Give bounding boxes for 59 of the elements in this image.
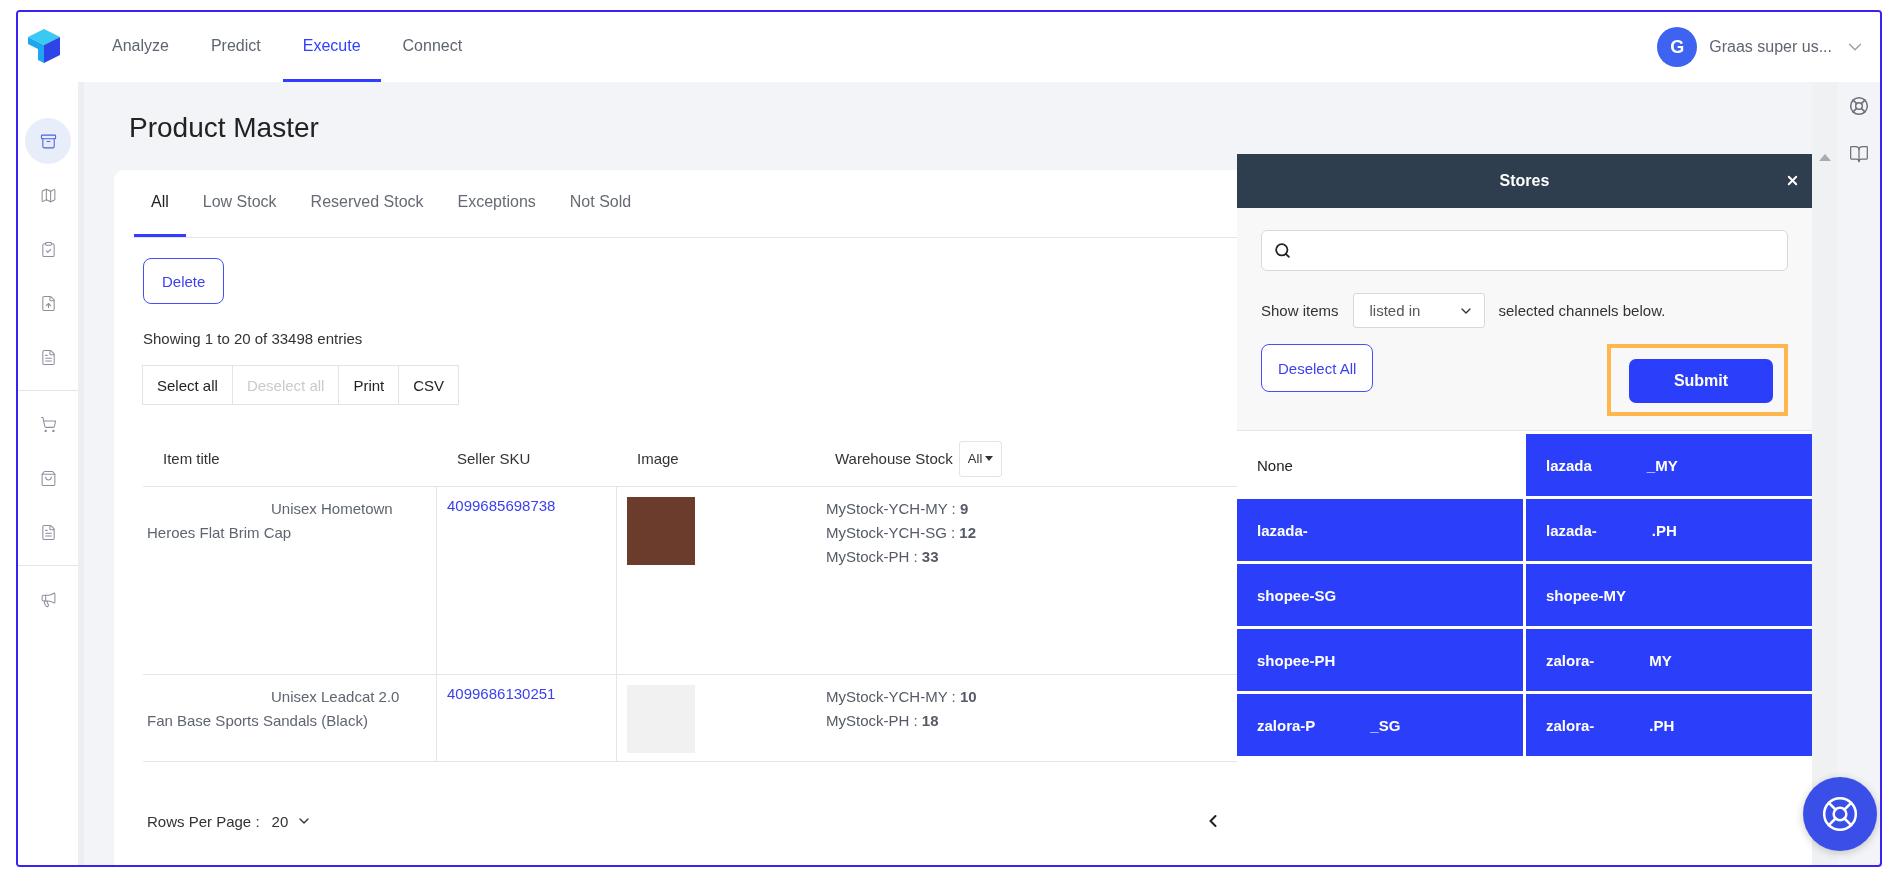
mode-select[interactable]: listed in <box>1352 293 1485 328</box>
lifebuoy-icon[interactable] <box>1848 96 1869 116</box>
store-option[interactable]: shopee-MY <box>1526 564 1812 626</box>
page-title: Product Master <box>129 111 320 145</box>
archive-icon[interactable] <box>25 118 71 164</box>
user-name: Graas super us... <box>1709 38 1832 56</box>
rows-per-page-select[interactable]: 20 <box>265 811 319 831</box>
search-icon <box>1274 242 1291 259</box>
store-option[interactable]: zalora- MY <box>1526 629 1812 691</box>
user-avatar[interactable]: G <box>1657 27 1698 67</box>
sku-link[interactable]: 4099685698738 <box>447 497 556 514</box>
stock-line: MyStock-PH : 18 <box>826 711 939 731</box>
store-option[interactable]: lazada- <box>1237 499 1523 561</box>
delete-button[interactable]: Delete <box>143 258 225 304</box>
channels-label: selected channels below. <box>1498 302 1666 319</box>
help-button[interactable] <box>1803 777 1877 851</box>
column-header: Warehouse Stock <box>835 450 953 467</box>
caret-icon <box>985 456 994 461</box>
store-option[interactable]: shopee-SG <box>1237 564 1523 626</box>
store-option[interactable]: lazada- .PH <box>1526 499 1812 561</box>
close-button[interactable] <box>1785 173 1800 188</box>
tab[interactable]: All <box>134 170 186 237</box>
nav-tab[interactable]: Predict <box>190 12 281 82</box>
store-option[interactable]: shopee-PH <box>1237 629 1523 691</box>
search-field[interactable] <box>1261 230 1788 271</box>
export-button[interactable]: CSV <box>398 365 460 405</box>
item-title: Unisex Leadcat 2.0 Fan Base Sports Sandals (Black) <box>147 687 401 731</box>
store-option[interactable]: zalora- .PH <box>1526 694 1812 756</box>
nav-tab[interactable]: Connect <box>382 12 483 82</box>
tab[interactable]: Not Sold <box>552 170 649 237</box>
tab[interactable]: Low Stock <box>185 170 294 237</box>
tab[interactable]: Exceptions <box>440 170 553 237</box>
sku-link[interactable]: 4099686130251 <box>447 685 556 702</box>
deselect-all-button[interactable]: Deselect All <box>1261 344 1374 392</box>
nav-tab[interactable]: Execute <box>282 12 381 82</box>
export-button[interactable]: Print <box>338 365 400 405</box>
column-header: Image <box>637 450 679 467</box>
photo-placeholder <box>627 497 695 565</box>
scroll-up-icon[interactable] <box>1818 154 1831 161</box>
tab[interactable]: Reserved Stock <box>293 170 441 237</box>
lifebuoy-icon <box>1821 795 1859 833</box>
stock-line: MyStock-YCH-MY : 9 <box>826 499 969 519</box>
entries-info: Showing 1 to 20 of 33498 entries <box>143 330 364 347</box>
column-header: Item title <box>163 450 220 467</box>
rows-per-page-label: Rows Per Page : <box>147 812 260 830</box>
stock-line: MyStock-YCH-SG : 12 <box>826 523 977 543</box>
stock-filter-dropdown[interactable]: All <box>958 440 1003 477</box>
book-icon[interactable] <box>1848 144 1869 164</box>
nav-tab[interactable]: Analyze <box>92 12 189 82</box>
store-option[interactable]: lazada _MY <box>1526 434 1812 496</box>
stock-line: MyStock-YCH-MY : 10 <box>826 687 977 707</box>
export-button[interactable]: Select all <box>142 365 233 405</box>
submit-button[interactable]: Submit <box>1629 359 1773 403</box>
store-option[interactable]: zalora-P _SG <box>1237 694 1523 756</box>
show-items-label: Show items <box>1261 302 1339 319</box>
item-title: Unisex Hometown Heroes Flat Brim Cap <box>147 499 394 543</box>
panel-title: Stores <box>1499 172 1550 190</box>
column-header: Seller SKU <box>457 450 531 467</box>
stock-line: MyStock-PH : 33 <box>826 547 939 567</box>
